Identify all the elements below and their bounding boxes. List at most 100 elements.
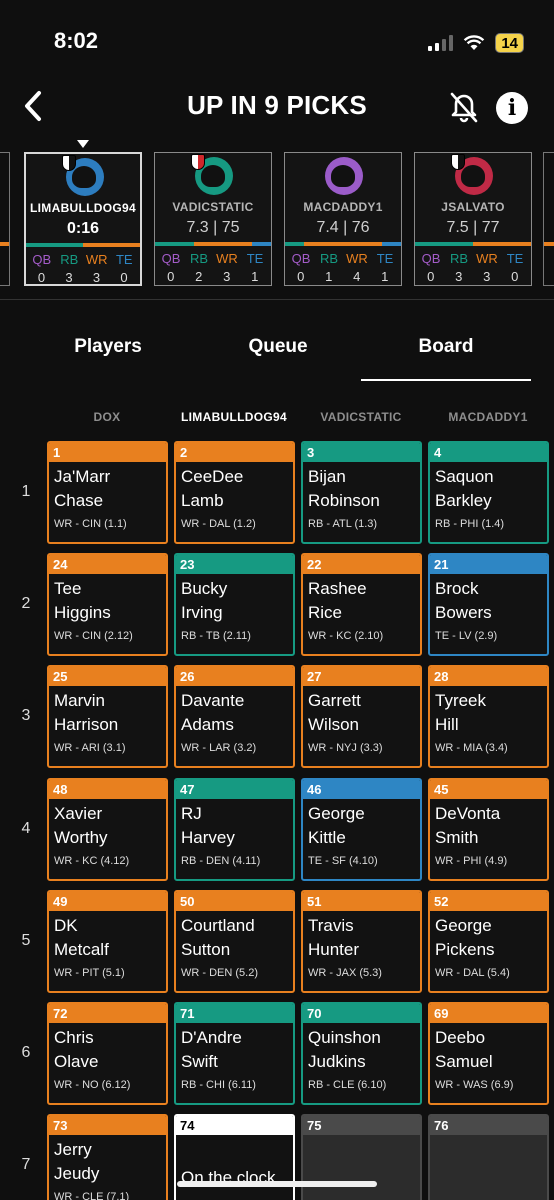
roster-bar-segment (155, 242, 194, 246)
player-first-name: D'Andre (181, 1028, 242, 1047)
player-meta: WR - WAS (6.9) (435, 1079, 514, 1091)
roster-bar-segment (251, 242, 271, 246)
player-meta: WR - ARI (3.1) (54, 742, 126, 755)
tab-board[interactable]: Board (398, 336, 494, 358)
position-label-wr: WR (85, 252, 108, 267)
position-count-wr: 3 (223, 269, 231, 284)
player-first-name: George (308, 803, 365, 823)
player-meta: RB - DEN (4.11) (181, 854, 261, 867)
position-label-te: TE (376, 251, 394, 266)
player-last-name: Sutton (181, 939, 231, 959)
pick-number: 76 (430, 1116, 547, 1136)
empty-pick-cell[interactable]: 75 (301, 1114, 422, 1200)
player-first-name: Bijan (308, 467, 346, 486)
position-label-qb: QB (161, 251, 181, 266)
position-label-rb: RB (60, 252, 79, 267)
player-last-name: Wilson (308, 715, 360, 735)
position-count-te: 1 (251, 269, 259, 284)
home-indicator (177, 1181, 377, 1187)
drafter-card[interactable]: MACDADDY1 7.4 | 76 QB RB WR TE 0 1 4 1 (284, 152, 402, 286)
drafter-card[interactable]: JSALVATO 7.5 | 77 QB RB WR TE 0 3 3 0 (414, 152, 532, 286)
pick-cell[interactable]: 69 Deebo Samuel WR - WAS (6.9) (428, 1002, 549, 1105)
player-first-name: Tyreek (435, 691, 487, 711)
pick-cell[interactable]: 71 D'Andre Swift RB - CHI (6.11) (174, 1002, 295, 1105)
drafter-name: JSALVATO (441, 200, 505, 214)
pick-cell[interactable]: 72 Chris Olave WR - NO (6.12) (47, 1002, 168, 1105)
player-last-name: Adams (181, 715, 234, 735)
pick-cell[interactable]: 21 Brock Bowers TE - LV (2.9) (428, 553, 549, 657)
position-counts: 0 3 3 0 (28, 270, 138, 285)
pick-cell[interactable]: 23 Bucky Irving RB - TB (2.11) (174, 553, 295, 657)
player-last-name: Pickens (435, 939, 495, 959)
position-label-te: TE (246, 251, 264, 266)
drafter-card[interactable]: LIMABULLDOG94 0:16 QB RB WR TE 0 3 3 0 (24, 152, 142, 286)
round-label: 5 (21, 931, 31, 949)
pick-cell[interactable]: 28 Tyreek Hill WR - MIA (3.4) (428, 665, 549, 769)
pick-cell[interactable]: 48 Xavier Worthy WR - KC (4.12) (47, 777, 168, 881)
mute-notifications-button[interactable] (447, 90, 481, 124)
roster-composition-bar (285, 242, 401, 246)
player-last-name: Hunter (308, 939, 360, 959)
position-label-rb: RB (189, 251, 209, 266)
position-counts: 0 2 3 1 (157, 269, 269, 284)
pick-number: 69 (430, 1004, 547, 1023)
info-button[interactable]: i (496, 92, 528, 124)
drafter-card[interactable]: VADICSTATIC 7.3 | 75 QB RB WR TE 0 2 3 1 (154, 152, 272, 286)
position-counts: 0 1 4 1 (287, 269, 399, 284)
player-last-name: Samuel (435, 1052, 493, 1071)
on-the-clock-cell[interactable]: 74 On the clock (174, 1114, 295, 1200)
player-first-name: Courtland (181, 915, 255, 935)
player-last-name: Swift (181, 1052, 218, 1071)
pick-cell[interactable]: 1 Ja'Marr Chase WR - CIN (1.1) (47, 441, 168, 544)
position-labels: QB RB WR TE (287, 251, 399, 266)
player-last-name: Kittle (308, 827, 346, 847)
pick-cell[interactable]: 25 Marvin Harrison WR - ARI (3.1) (47, 665, 168, 769)
pick-cell[interactable]: 51 Travis Hunter WR - JAX (5.3) (301, 889, 422, 993)
player-last-name: Rice (308, 603, 343, 623)
pick-cell[interactable]: 49 DK Metcalf WR - PIT (5.1) (47, 889, 168, 993)
pick-cell[interactable]: 22 Rashee Rice WR - KC (2.10) (301, 553, 422, 657)
drafter-name: MACDADDY1 (303, 200, 383, 214)
pick-cell[interactable]: 3 Bijan Robinson RB - ATL (1.3) (301, 441, 422, 544)
pick-cell[interactable]: 73 Jerry Jeudy WR - CLE (7.1) (47, 1114, 168, 1200)
pick-cell[interactable]: 47 RJ Harvey RB - DEN (4.11) (174, 777, 295, 881)
pick-cell[interactable]: 2 CeeDee Lamb WR - DAL (1.2) (174, 441, 295, 544)
pick-number: 75 (303, 1116, 420, 1136)
pick-cell[interactable]: 50 Courtland Sutton WR - DEN (5.2) (174, 889, 295, 993)
position-labels: QB RB WR TE (28, 252, 138, 267)
pick-cell[interactable]: 27 Garrett Wilson WR - NYJ (3.3) (301, 665, 422, 769)
pick-cell[interactable]: 24 Tee Higgins WR - CIN (2.12) (47, 553, 168, 657)
shield-badge-icon (191, 154, 205, 170)
player-last-name: Chase (54, 491, 104, 510)
empty-pick-cell[interactable]: 76 (428, 1114, 549, 1200)
player-first-name: Davante (181, 691, 245, 711)
drafter-card-next[interactable] (543, 152, 554, 286)
drafter-name: LIMABULLDOG94 (30, 201, 136, 215)
status-icons: 14 (428, 33, 524, 53)
pick-number: 71 (176, 1004, 293, 1023)
dog-icon (72, 166, 96, 188)
player-first-name: Quinshon (308, 1028, 381, 1047)
avatar (451, 154, 493, 195)
pick-cell[interactable]: 45 DeVonta Smith WR - PHI (4.9) (428, 777, 549, 881)
avatar (325, 157, 363, 195)
pick-cell[interactable]: 70 Quinshon Judkins RB - CLE (6.10) (301, 1002, 422, 1105)
player-meta: WR - CLE (7.1) (54, 1191, 130, 1200)
pick-number: 2 (176, 443, 293, 462)
pick-cell[interactable]: 4 Saquon Barkley RB - PHI (1.4) (428, 441, 549, 544)
wifi-icon (464, 35, 485, 50)
player-last-name: Irving (181, 603, 223, 623)
pick-cell[interactable]: 46 George Kittle TE - SF (4.10) (301, 777, 422, 881)
round-label: 4 (21, 819, 31, 837)
pick-cell[interactable]: 52 George Pickens WR - DAL (5.4) (428, 889, 549, 993)
roster-bar-segment (304, 242, 382, 246)
tab-queue[interactable]: Queue (230, 336, 326, 358)
roster-bar-segment (415, 242, 473, 246)
drafter-card-previous[interactable] (0, 152, 10, 286)
tab-players[interactable]: Players (60, 336, 156, 358)
player-first-name: Garrett (308, 691, 361, 711)
position-count-qb: 0 (37, 270, 46, 285)
pick-cell[interactable]: 26 Davante Adams WR - LAR (3.2) (174, 665, 295, 769)
player-last-name: Harrison (54, 715, 119, 735)
position-count-rb: 1 (325, 269, 333, 284)
